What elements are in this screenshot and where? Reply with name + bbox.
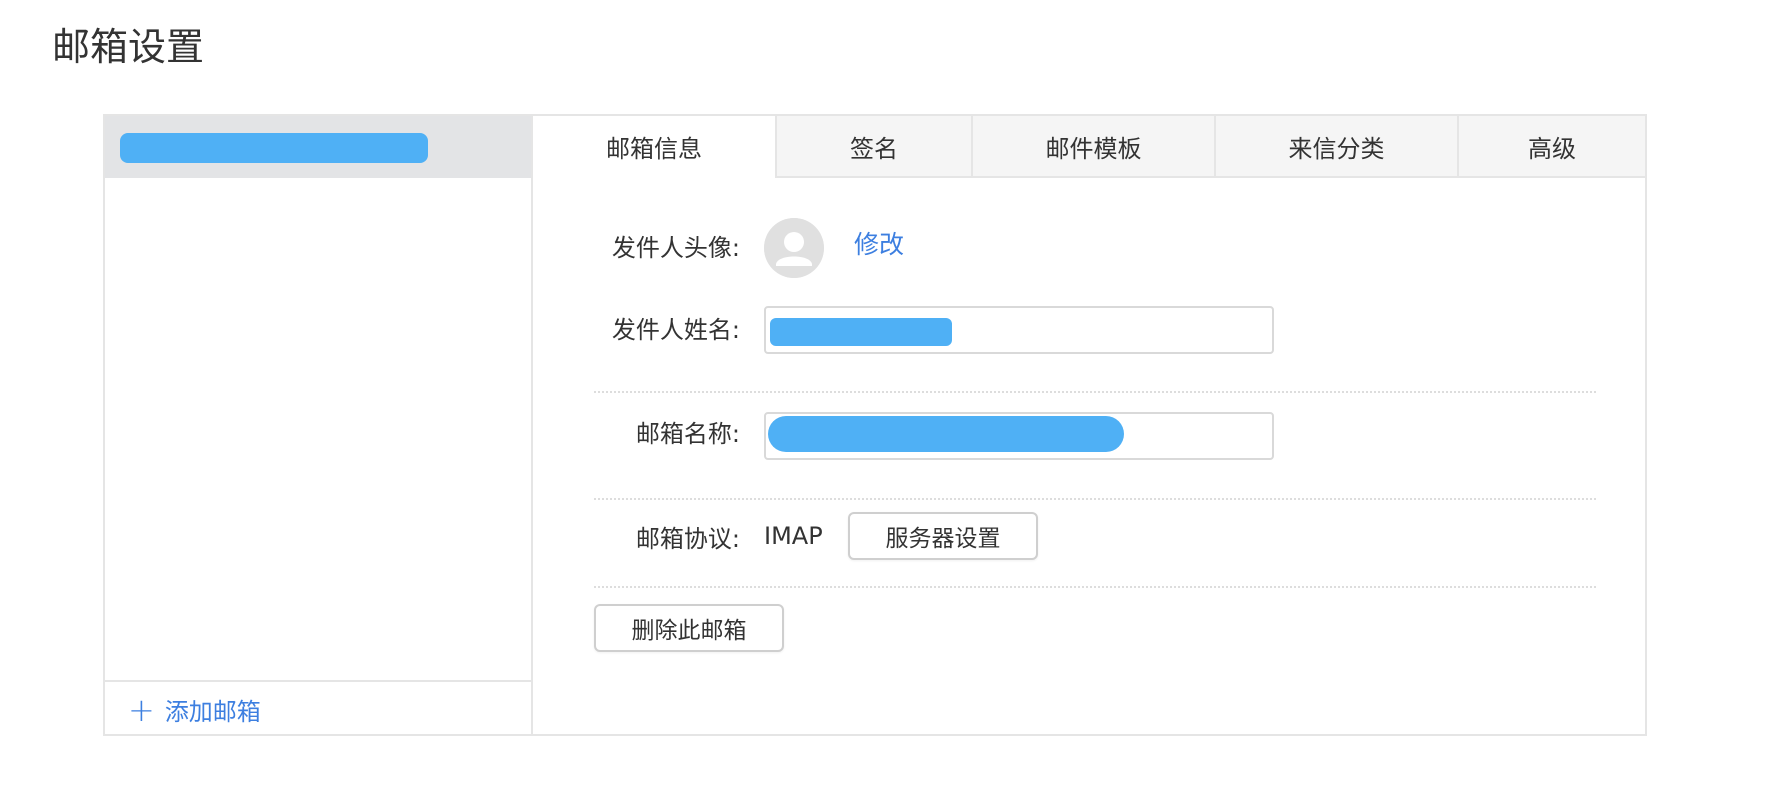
tab-incoming-classification[interactable]: 来信分类 [1214, 116, 1457, 178]
page-title: 邮箱设置 [52, 25, 205, 69]
sender-avatar-label: 发件人头像: [611, 234, 740, 262]
mailbox-protocol-value: IMAP [764, 522, 823, 550]
tab-advanced[interactable]: 高级 [1457, 116, 1645, 178]
form-divider [594, 391, 1596, 393]
mailbox-settings-main: 邮箱信息 签名 邮件模板 来信分类 高级 发件人头像: 修改 发件人姓名: 邮箱… [533, 116, 1645, 734]
sidebar-footer: + 添加邮箱 [105, 680, 531, 734]
mailbox-name-label: 邮箱名称: [635, 420, 740, 448]
mailbox-name-value-redacted [768, 416, 1124, 452]
add-mailbox-button[interactable]: + 添加邮箱 [128, 692, 261, 727]
server-settings-button[interactable]: 服务器设置 [848, 512, 1038, 560]
settings-tabs: 邮箱信息 签名 邮件模板 来信分类 高级 [533, 116, 1645, 178]
tab-signature[interactable]: 签名 [775, 116, 971, 178]
user-avatar-icon [764, 218, 824, 278]
form-divider [594, 586, 1596, 588]
sender-name-input[interactable] [764, 306, 1274, 354]
mailbox-name-input[interactable] [764, 412, 1274, 460]
modify-avatar-link[interactable]: 修改 [854, 228, 904, 262]
mailbox-info-form: 发件人头像: 修改 发件人姓名: 邮箱名称: 邮箱协议: IMAP 服务器设置 … [533, 178, 1645, 734]
sender-name-value-redacted [770, 318, 952, 346]
add-mailbox-label: 添加邮箱 [164, 698, 261, 726]
delete-mailbox-button[interactable]: 删除此邮箱 [594, 604, 784, 652]
tab-mailbox-info[interactable]: 邮箱信息 [533, 116, 775, 178]
settings-panel: + 添加邮箱 邮箱信息 签名 邮件模板 来信分类 高级 发件人头像: 修改 发件… [103, 114, 1647, 736]
mailbox-protocol-label: 邮箱协议: [635, 525, 740, 553]
mailbox-account-item[interactable] [105, 116, 531, 178]
mailbox-account-address-redacted [120, 133, 428, 163]
form-divider [594, 498, 1596, 500]
sender-name-label: 发件人姓名: [611, 316, 740, 344]
plus-icon: + [128, 690, 155, 729]
tab-mail-templates[interactable]: 邮件模板 [971, 116, 1214, 178]
mailbox-sidebar: + 添加邮箱 [105, 116, 533, 734]
